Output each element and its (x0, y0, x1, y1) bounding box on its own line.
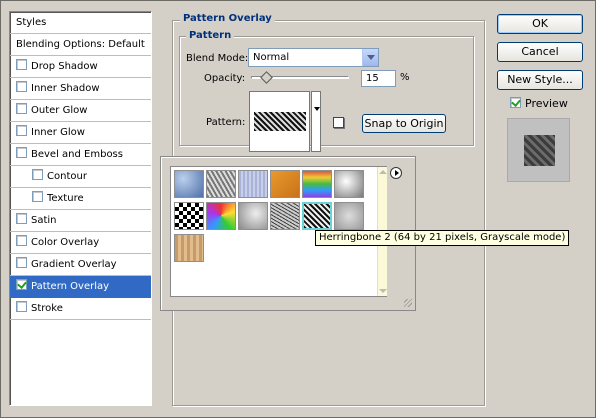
pattern-dropdown-button[interactable] (311, 91, 321, 152)
styles-item-label: Contour (47, 171, 87, 182)
styles-item-outer-glow[interactable]: Outer Glow (10, 100, 151, 122)
checkbox-icon[interactable] (16, 125, 27, 136)
preview-swatch (524, 135, 555, 166)
scroll-up-icon[interactable] (379, 170, 387, 174)
cancel-button[interactable]: Cancel (497, 42, 583, 62)
styles-item-inner-shadow[interactable]: Inner Shadow (10, 78, 151, 100)
ok-button[interactable]: OK (497, 14, 583, 34)
opacity-field[interactable]: 15 (361, 70, 396, 87)
checkbox-icon[interactable] (16, 235, 27, 246)
checkbox-icon[interactable] (16, 81, 27, 92)
styles-item-blending-options-default[interactable]: Blending Options: Default (10, 34, 151, 56)
pattern-tile-clouds[interactable] (334, 170, 364, 198)
pattern-swatch[interactable] (249, 91, 310, 152)
picker-menu-arrow-icon[interactable] (390, 167, 402, 179)
new-style-button[interactable]: New Style... (497, 70, 583, 90)
styles-item-drop-shadow[interactable]: Drop Shadow (10, 56, 151, 78)
preview-thumbnail (507, 118, 570, 182)
styles-item-inner-glow[interactable]: Inner Glow (10, 122, 151, 144)
styles-item-label: Color Overlay (31, 237, 100, 248)
blend-mode-label: Blend Mode: (186, 53, 249, 64)
snap-to-origin-button[interactable]: Snap to Origin (362, 114, 446, 133)
checkbox-icon[interactable] (16, 147, 27, 158)
checkbox-icon[interactable] (16, 301, 27, 312)
styles-item-label: Stroke (31, 303, 63, 314)
pattern-tile-rainbow[interactable] (302, 170, 332, 198)
checkbox-icon[interactable] (16, 257, 27, 268)
pattern-label: Pattern: (206, 117, 246, 128)
styles-item-stroke[interactable]: Stroke (10, 298, 151, 320)
pattern-tile-mottled[interactable] (334, 202, 364, 230)
styles-item-label: Bevel and Emboss (31, 149, 123, 160)
styles-item-color-overlay[interactable]: Color Overlay (10, 232, 151, 254)
preview-label: Preview (525, 97, 568, 110)
styles-item-gradient-overlay[interactable]: Gradient Overlay (10, 254, 151, 276)
checkbox-icon[interactable] (32, 169, 43, 180)
styles-list: Styles Blending Options: Default Drop Sha… (9, 11, 152, 406)
styles-item-bevel-and-emboss[interactable]: Bevel and Emboss (10, 144, 151, 166)
preview-check-icon[interactable] (510, 97, 521, 108)
checkbox-icon[interactable] (16, 279, 27, 290)
pattern-tile-marble[interactable] (238, 202, 268, 230)
styles-item-contour[interactable]: Contour (10, 166, 151, 188)
checkbox-icon[interactable] (16, 213, 27, 224)
pattern-tile-checkerboard[interactable] (174, 202, 204, 230)
styles-item-pattern-overlay[interactable]: Pattern Overlay (10, 276, 151, 298)
checkbox-icon[interactable] (16, 103, 27, 114)
resize-grip-icon[interactable] (404, 299, 412, 307)
new-preset-icon[interactable] (333, 117, 344, 128)
herringbone-pattern-thumbnail (254, 112, 306, 131)
styles-item-label: Inner Shadow (31, 83, 100, 94)
pattern-tile-gravel[interactable] (270, 202, 300, 230)
checkbox-icon[interactable] (32, 191, 43, 202)
styles-item-label: Drop Shadow (31, 61, 98, 72)
pattern-group-title: Pattern (186, 30, 235, 41)
styles-item-label: Pattern Overlay (31, 281, 110, 292)
styles-item-label: Gradient Overlay (31, 259, 117, 270)
chevron-down-icon[interactable] (362, 49, 378, 66)
pattern-tooltip: Herringbone 2 (64 by 21 pixels, Grayscal… (315, 230, 570, 246)
blend-mode-select[interactable]: Normal (248, 48, 379, 67)
checkbox-icon[interactable] (16, 59, 27, 70)
pattern-tile-bubbles[interactable] (174, 170, 204, 198)
pattern-tile-wrinkles[interactable] (206, 170, 236, 198)
styles-item-label: Inner Glow (31, 127, 85, 138)
pattern-tile-wood[interactable] (174, 234, 204, 262)
preview-checkbox[interactable]: Preview (510, 97, 568, 110)
opacity-label: Opacity: (204, 73, 246, 84)
pattern-tile-woven[interactable] (270, 170, 300, 198)
styles-item-label: Satin (31, 215, 57, 226)
scroll-down-icon[interactable] (379, 289, 387, 293)
pattern-tile-herringbone-2[interactable] (302, 202, 332, 230)
styles-item-label: Outer Glow (31, 105, 88, 116)
styles-item-texture[interactable]: Texture (10, 188, 151, 210)
styles-item-label: Blending Options: Default (16, 39, 145, 50)
styles-header[interactable]: Styles (10, 12, 151, 34)
styles-item-label: Texture (47, 193, 84, 204)
pattern-tile-tie-dye[interactable] (206, 202, 236, 230)
pattern-overlay-title: Pattern Overlay (180, 13, 275, 24)
opacity-unit: % (400, 72, 410, 83)
blend-mode-value: Normal (253, 52, 290, 63)
pattern-tile-satin[interactable] (238, 170, 268, 198)
styles-item-satin[interactable]: Satin (10, 210, 151, 232)
